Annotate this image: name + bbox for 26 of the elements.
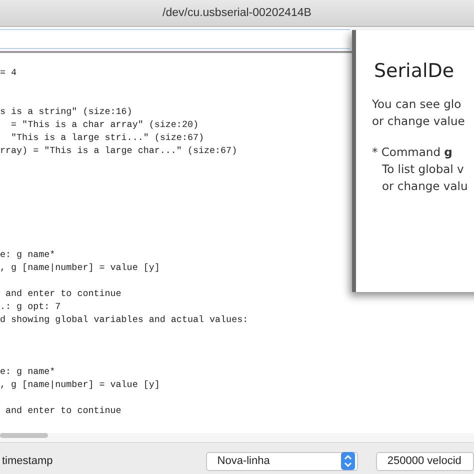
output-line: and enter to continue xyxy=(4,287,122,300)
timestamp-label: timestamp xyxy=(2,455,54,467)
window-title: /dev/cu.usbserial-00202414B xyxy=(162,7,312,19)
output-line: = "This is a char array" (size:20) xyxy=(10,118,198,131)
output-line: e: g name* xyxy=(0,248,56,261)
output-line: e: g name* xyxy=(0,365,56,378)
output-line: s is a string" (size:16) xyxy=(0,105,132,118)
output-line: = 4 xyxy=(0,66,17,79)
input-field[interactable] xyxy=(0,29,350,49)
horizontal-scrollbar[interactable] xyxy=(0,433,474,443)
slide-text: or change valu xyxy=(381,178,469,195)
output-line: d showing global variables and actual values: xyxy=(0,313,248,326)
stepper-icon xyxy=(341,452,356,470)
output-line: rray) = "This is a large char..." (size:67) xyxy=(0,144,238,157)
output-line: , g [name|number] = value [y] xyxy=(0,378,160,391)
baud-rate-dropdown[interactable]: 250000 velocid xyxy=(376,452,474,470)
output-line: and enter to continue xyxy=(4,404,122,417)
slide-bullet: * Command g xyxy=(372,144,454,161)
slide-text: or change value xyxy=(372,113,466,130)
slide-text: To list global v xyxy=(381,161,465,178)
output-line: , g [name|number] = value [y] xyxy=(0,261,160,274)
line-ending-dropdown[interactable]: Nova-linha xyxy=(206,452,358,470)
output-line: .: g opt: 7 xyxy=(0,300,61,313)
slide-text: You can see glo xyxy=(372,96,462,113)
output-line: "This is a large stri..." (size:67) xyxy=(10,131,204,144)
slide-title: SerialDe xyxy=(374,60,456,82)
